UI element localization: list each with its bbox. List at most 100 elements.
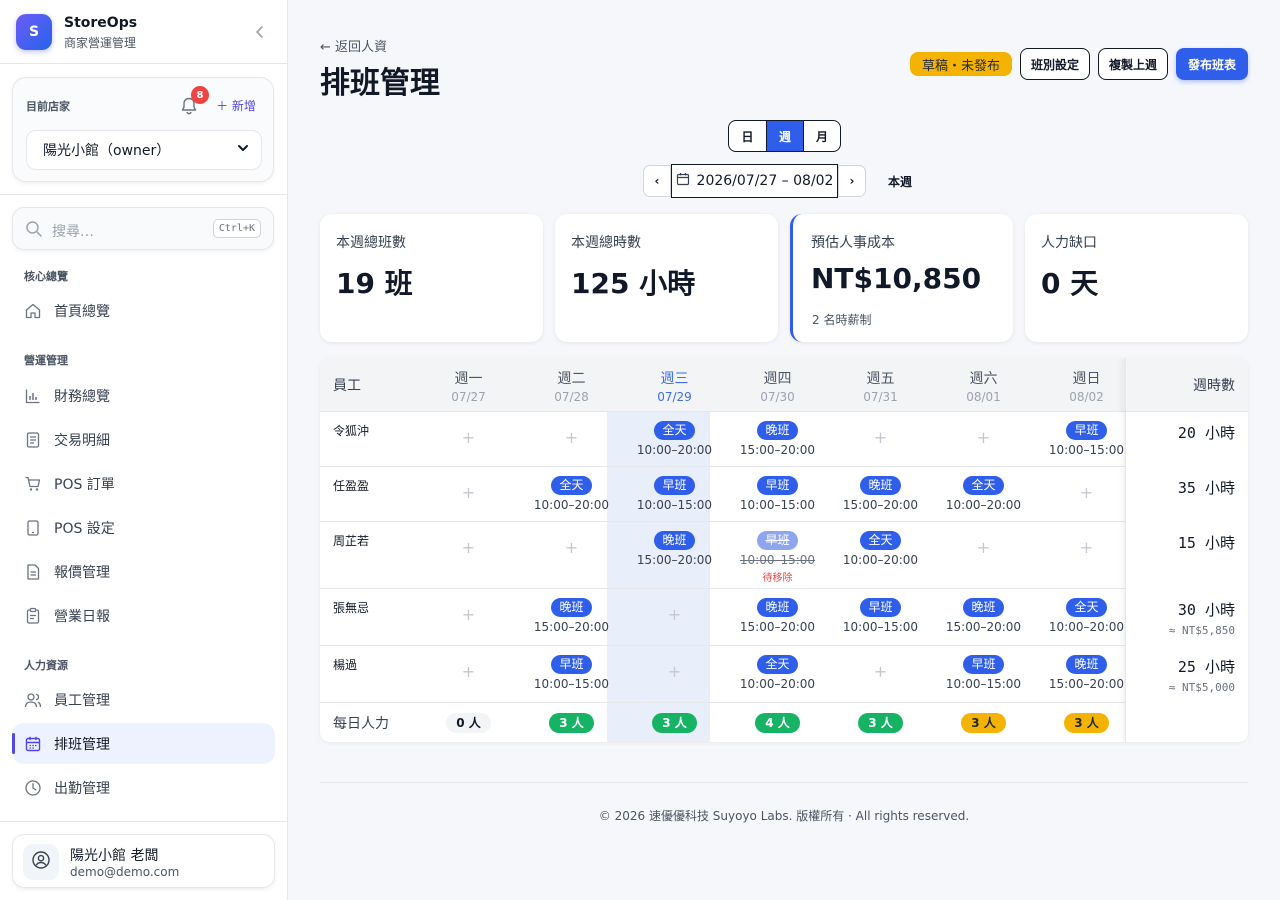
day-name: 週日 — [1072, 371, 1101, 387]
shift-cell[interactable]: 早班 10:00–15:00 — [829, 596, 932, 634]
add-shift-button[interactable]: + — [829, 662, 932, 681]
shift-cell[interactable]: 全天 10:00–20:00 — [829, 529, 932, 567]
brand-logo: S — [16, 14, 52, 50]
back-link[interactable]: ← 返回人資 — [320, 36, 387, 55]
sidebar-item-scheduling[interactable]: 排班管理 — [12, 723, 275, 764]
view-option-month[interactable]: 月 — [803, 121, 840, 151]
this-week-button[interactable]: 本週 — [888, 173, 912, 190]
user-card[interactable]: 陽光小館 老闆 demo@demo.com — [12, 834, 275, 888]
shift-cell[interactable]: 晚班 15:00–20:00 — [623, 529, 726, 567]
copy-last-week-button[interactable]: 複製上週 — [1097, 48, 1168, 80]
shift-time: 10:00–15:00 — [739, 498, 816, 512]
shift-cell[interactable]: 晚班 15:00–20:00 — [520, 596, 623, 634]
table-row: 令狐沖 + + 全天 10:00–20:00 晚班 15:00–20:00 + + 早班 10:00… — [320, 412, 1248, 467]
weekly-hours-cell: 25 小時 ≈ NT$5,000 — [1125, 646, 1248, 703]
add-shift-button[interactable]: + — [417, 605, 520, 624]
shift-cell[interactable]: 全天 10:00–20:00 — [520, 474, 623, 512]
shift-badge: 晚班 — [963, 598, 1004, 617]
chevron-left-icon[interactable] — [248, 20, 272, 44]
add-shift-button[interactable]: + — [520, 428, 623, 447]
shift-cell[interactable]: 早班 10:00–15:00 — [520, 653, 623, 691]
weekly-hours-value: 15 小時 — [1177, 534, 1235, 552]
sidebar-item-quotes[interactable]: 報價管理 — [12, 551, 275, 592]
users-icon — [24, 691, 42, 709]
add-shift-button[interactable]: + — [417, 662, 520, 681]
add-shift-button[interactable]: + — [1035, 483, 1138, 502]
shift-cell[interactable]: 全天 10:00–20:00 — [623, 419, 726, 457]
calendar-icon — [24, 735, 42, 753]
stat-label: 本週總班數 — [336, 235, 406, 251]
schedule-table: 員工 週一 07/27 週二 07/28 週三 07/29 週四 07/30 週五 07/31 週六… — [320, 358, 1248, 742]
shift-cell[interactable]: 早班 10:00–15:00 — [1035, 419, 1138, 457]
add-shift-button[interactable]: + — [417, 538, 520, 557]
shift-cell[interactable]: 早班 10:00–15:00 — [623, 474, 726, 512]
shift-badge: 全天 — [551, 476, 592, 495]
daily-staff-count: 0 人 — [417, 712, 520, 733]
sidebar-item-attendance[interactable]: 出勤管理 — [12, 767, 275, 808]
nav-section-title: 核心總覽 — [24, 270, 68, 283]
shift-cell[interactable]: 早班 10:00–15:00 — [726, 474, 829, 512]
sidebar-item-label: 員工管理 — [54, 692, 110, 709]
add-shift-button[interactable]: + — [417, 428, 520, 447]
publish-schedule-button[interactable]: 發布班表 — [1175, 48, 1248, 80]
view-option-week[interactable]: 週 — [766, 121, 803, 151]
sidebar-item-pos-settings[interactable]: POS 設定 — [12, 507, 275, 548]
add-shift-button[interactable]: + — [623, 605, 726, 624]
shift-cell[interactable]: 晚班 15:00–20:00 — [829, 474, 932, 512]
shift-badge: 晚班 — [551, 598, 592, 617]
view-option-day[interactable]: 日 — [729, 121, 766, 151]
shift-cell[interactable]: 全天 10:00–20:00 — [1035, 596, 1138, 634]
shift-badge: 晚班 — [757, 421, 798, 440]
sidebar-item-transactions[interactable]: 交易明細 — [12, 419, 275, 460]
sidebar-item-label: 排班管理 — [54, 736, 110, 753]
date-range-picker[interactable]: 2026/07/27 – 08/02 — [671, 164, 838, 198]
stat-value: NT$10,850 — [811, 262, 982, 295]
shift-cell[interactable]: 早班 10:00–15:00 待移除 — [726, 529, 829, 584]
add-shift-button[interactable]: + — [1035, 538, 1138, 557]
add-shift-button[interactable]: + — [932, 428, 1035, 447]
day-name: 週四 — [763, 371, 792, 387]
add-shift-button[interactable]: + — [932, 538, 1035, 557]
sidebar-item-daily-report[interactable]: 營業日報 — [12, 595, 275, 636]
day-name: 週二 — [557, 371, 586, 387]
shift-time: 10:00–20:00 — [739, 677, 816, 691]
bar-chart-icon — [24, 387, 42, 405]
employee-name: 周芷若 — [333, 534, 370, 548]
sidebar-item-label: 交易明細 — [54, 432, 110, 449]
shift-cell[interactable]: 早班 10:00–15:00 — [932, 653, 1035, 691]
shift-settings-button[interactable]: 班別設定 — [1019, 48, 1090, 80]
shift-cell[interactable]: 全天 10:00–20:00 — [932, 474, 1035, 512]
divider — [0, 821, 288, 822]
add-shift-button[interactable]: + — [829, 428, 932, 447]
brand[interactable]: S StoreOps 商家營運管理 — [16, 14, 272, 52]
shift-time: 15:00–20:00 — [636, 553, 713, 567]
add-shift-button[interactable]: + — [520, 538, 623, 557]
prev-week-button[interactable]: ‹ — [643, 165, 671, 197]
shift-cell[interactable]: 晚班 15:00–20:00 — [1035, 653, 1138, 691]
shift-time: 10:00–20:00 — [533, 498, 610, 512]
sidebar-item-home[interactable]: 首頁總覽 — [12, 290, 275, 331]
day-column-header: 週五 07/31 — [829, 368, 932, 404]
copyright: © 2026 速優優科技 Suyoyo Labs. 版權所有 · All rig… — [598, 809, 970, 823]
next-week-button[interactable]: › — [838, 165, 866, 197]
shift-cell[interactable]: 晚班 15:00–20:00 — [726, 596, 829, 634]
add-shift-button[interactable]: + — [623, 662, 726, 681]
shift-cell[interactable]: 全天 10:00–20:00 — [726, 653, 829, 691]
stat-label: 人力缺口 — [1041, 235, 1097, 251]
search-input[interactable]: 搜尋… Ctrl+K — [12, 207, 274, 250]
stat-sub: 2 名時薪制 — [812, 313, 872, 327]
sidebar-item-finance[interactable]: 財務總覽 — [12, 375, 275, 416]
stat-value: 125 小時 — [571, 267, 696, 300]
add-store-button[interactable]: ＋ 新增 — [216, 97, 256, 114]
shift-badge: 全天 — [860, 531, 901, 550]
table-row: 任盈盈 + 全天 10:00–20:00 早班 10:00–15:00 早班 10:00–15… — [320, 467, 1248, 522]
store-select[interactable]: 陽光小館（owner） — [26, 130, 262, 170]
shift-badge: 晚班 — [860, 476, 901, 495]
sidebar-item-pos-orders[interactable]: POS 訂單 — [12, 463, 275, 504]
sidebar-item-employees[interactable]: 員工管理 — [12, 679, 275, 720]
day-name: 週一 — [454, 371, 483, 387]
add-shift-button[interactable]: + — [417, 483, 520, 502]
shift-cell[interactable]: 晚班 15:00–20:00 — [726, 419, 829, 457]
shift-cell[interactable]: 晚班 15:00–20:00 — [932, 596, 1035, 634]
user-email: demo@demo.com — [70, 865, 180, 879]
